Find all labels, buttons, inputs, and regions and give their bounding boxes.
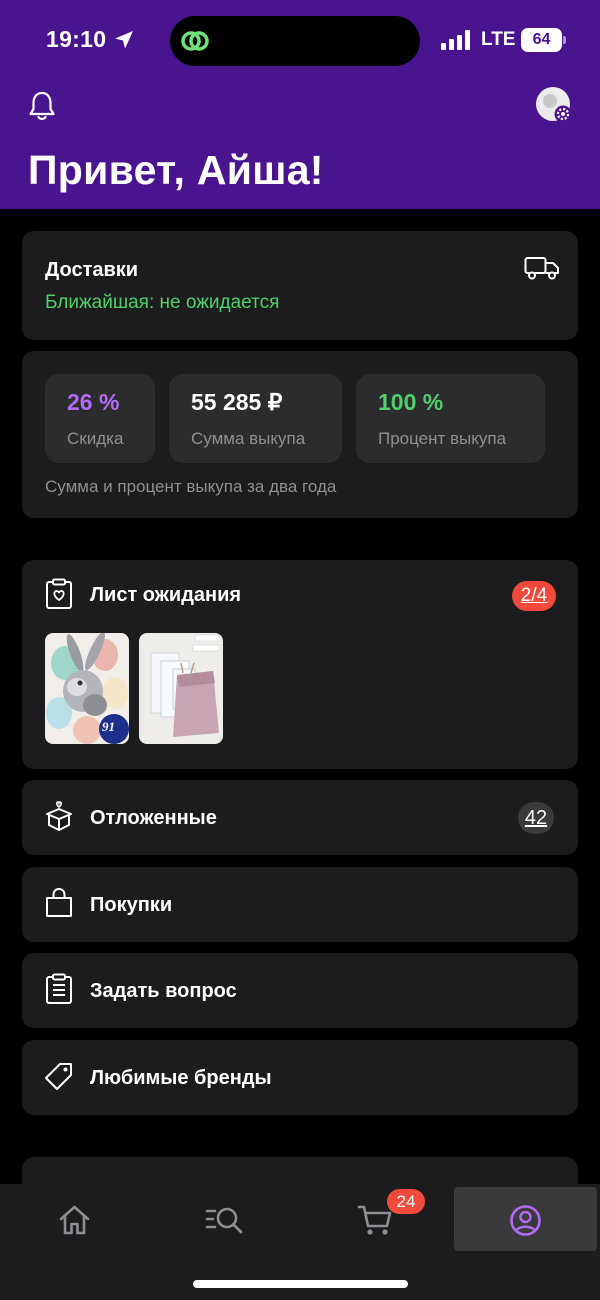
cellular-signal-icon bbox=[441, 30, 470, 50]
purchase-stats-card: 26 % Скидка 55 285 ₽ Сумма выкупа 100 % … bbox=[22, 351, 578, 518]
waitlist-item-balloons[interactable]: 91 bbox=[45, 633, 129, 744]
menu-item-deferred[interactable]: Отложенные 42 bbox=[22, 780, 578, 855]
dynamic-island bbox=[170, 16, 420, 66]
shopping-cart-icon bbox=[357, 1205, 392, 1235]
menu-item-ask-question[interactable]: Задать вопрос bbox=[22, 953, 578, 1028]
delivery-status: Ближайшая: не ожидается bbox=[45, 292, 280, 313]
clipboard-heart-icon bbox=[46, 578, 72, 609]
menu-item-purchases-label: Покупки bbox=[90, 894, 173, 916]
bunny-balloons-image bbox=[45, 633, 129, 744]
waitlist-item-diapers[interactable] bbox=[139, 633, 223, 744]
stat-purchase-percent-value: 100 % bbox=[378, 389, 444, 415]
delivery-card[interactable]: Доставки Ближайшая: не ожидается bbox=[22, 231, 578, 340]
delivery-title: Доставки bbox=[45, 259, 139, 281]
network-type: LTE bbox=[481, 29, 516, 50]
status-time: 19:10 bbox=[46, 26, 107, 52]
search-list-icon bbox=[205, 1207, 243, 1234]
home-icon bbox=[59, 1205, 90, 1235]
gift-box-heart-icon bbox=[46, 801, 72, 831]
balloon-price-tag: 91 bbox=[102, 719, 115, 734]
notifications-bell-icon[interactable] bbox=[27, 90, 57, 122]
deferred-count-badge: 42 bbox=[518, 802, 554, 834]
link-rings-icon bbox=[181, 31, 209, 51]
menu-item-purchases[interactable]: Покупки bbox=[22, 867, 578, 942]
location-arrow-icon bbox=[115, 31, 133, 49]
greeting-title: Привет, Айша! bbox=[28, 147, 324, 193]
stat-purchase-sum: 55 285 ₽ Сумма выкупа bbox=[169, 374, 342, 463]
status-bar: 19:10 LTE 64 bbox=[0, 0, 600, 80]
home-indicator[interactable] bbox=[193, 1280, 408, 1288]
profile-user-icon bbox=[510, 1205, 541, 1236]
profile-settings-icon[interactable] bbox=[535, 86, 573, 124]
menu-item-ask-question-label: Задать вопрос bbox=[90, 980, 237, 1002]
tab-home[interactable] bbox=[30, 1187, 120, 1251]
profile-header: 19:10 LTE 64 Привет, Айша! bbox=[0, 0, 600, 209]
battery-tip bbox=[563, 36, 566, 44]
waitlist-count-badge: 2/4 bbox=[512, 581, 556, 611]
stat-discount: 26 % Скидка bbox=[45, 374, 155, 463]
menu-item-favorite-brands-label: Любимые бренды bbox=[90, 1067, 272, 1089]
waitlist-card[interactable]: Лист ожидания 2/4 91 bbox=[22, 560, 578, 769]
tab-catalog-search[interactable] bbox=[180, 1187, 270, 1251]
cart-count-badge: 24 bbox=[387, 1189, 425, 1214]
stat-discount-label: Скидка bbox=[67, 429, 124, 448]
stats-note: Сумма и процент выкупа за два года bbox=[45, 477, 337, 496]
menu-item-favorite-brands[interactable]: Любимые бренды bbox=[22, 1040, 578, 1115]
menu-item-deferred-label: Отложенные bbox=[90, 807, 217, 829]
stat-purchase-percent-label: Процент выкупа bbox=[378, 429, 507, 448]
stat-purchase-sum-value: 55 285 ₽ bbox=[191, 389, 283, 415]
waitlist-title: Лист ожидания bbox=[90, 584, 242, 606]
stat-purchase-percent: 100 % Процент выкупа bbox=[356, 374, 545, 463]
stat-discount-value: 26 % bbox=[67, 389, 120, 415]
muslin-diapers-image bbox=[139, 633, 223, 744]
clipboard-list-icon bbox=[46, 973, 72, 1004]
battery-level: 64 bbox=[521, 28, 562, 52]
tab-profile[interactable] bbox=[454, 1187, 597, 1251]
price-tag-icon bbox=[45, 1063, 72, 1090]
battery-icon: 64 bbox=[521, 28, 566, 52]
shopping-bag-icon bbox=[46, 887, 72, 917]
stat-purchase-sum-label: Сумма выкупа bbox=[191, 429, 306, 448]
delivery-truck-icon bbox=[524, 257, 559, 280]
